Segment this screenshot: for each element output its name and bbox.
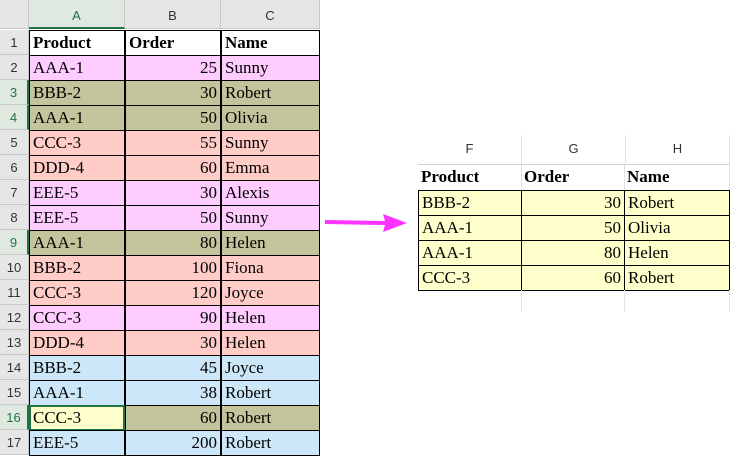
cell-g4[interactable]: 80 bbox=[521, 240, 625, 266]
cell-a16[interactable]: CCC-3 bbox=[29, 405, 125, 431]
cell-f4[interactable]: AAA-1 bbox=[418, 240, 522, 266]
row-header-17[interactable]: 17 bbox=[0, 430, 29, 455]
cell-c12[interactable]: Helen bbox=[221, 305, 320, 331]
row-header-8[interactable]: 8 bbox=[0, 205, 29, 230]
row-header-5[interactable]: 5 bbox=[0, 130, 29, 155]
cell-g5[interactable]: 60 bbox=[521, 265, 625, 291]
cell-b8[interactable]: 50 bbox=[125, 205, 221, 231]
cell-c1[interactable]: Name bbox=[221, 30, 320, 56]
cell-a6[interactable]: DDD-4 bbox=[29, 155, 125, 181]
cell-b15[interactable]: 38 bbox=[125, 380, 221, 406]
row-header-7[interactable]: 7 bbox=[0, 180, 29, 205]
cell-b3[interactable]: 30 bbox=[125, 80, 221, 106]
cell-c15[interactable]: Robert bbox=[221, 380, 320, 406]
column-header-h[interactable]: H bbox=[626, 135, 730, 165]
cell-c8[interactable]: Sunny bbox=[221, 205, 320, 231]
cell-f2[interactable]: BBB-2 bbox=[418, 190, 522, 216]
cell-b11[interactable]: 120 bbox=[125, 280, 221, 306]
cell-b13[interactable]: 30 bbox=[125, 330, 221, 356]
row-header-3[interactable]: 3 bbox=[0, 80, 29, 105]
cell-c14[interactable]: Joyce bbox=[221, 355, 320, 381]
cell-c3[interactable]: Robert bbox=[221, 80, 320, 106]
cell-b9[interactable]: 80 bbox=[125, 230, 221, 256]
cell-b16[interactable]: 60 bbox=[125, 405, 221, 431]
cell-h5[interactable]: Robert bbox=[624, 265, 730, 291]
cell-c5[interactable]: Sunny bbox=[221, 130, 320, 156]
cell-b12[interactable]: 90 bbox=[125, 305, 221, 331]
column-header-b[interactable]: B bbox=[125, 0, 221, 29]
cell-b2[interactable]: 25 bbox=[125, 55, 221, 81]
cell-a3[interactable]: BBB-2 bbox=[29, 80, 125, 106]
cell-b6[interactable]: 60 bbox=[125, 155, 221, 181]
cell-f5[interactable]: CCC-3 bbox=[418, 265, 522, 291]
column-header-c[interactable]: C bbox=[221, 0, 320, 29]
cell-c2[interactable]: Sunny bbox=[221, 55, 320, 81]
right-arrow-icon bbox=[325, 214, 407, 232]
row-header-2[interactable]: 2 bbox=[0, 55, 29, 80]
cell-c4[interactable]: Olivia bbox=[221, 105, 320, 131]
column-header-g[interactable]: G bbox=[522, 135, 626, 165]
row-header-4[interactable]: 4 bbox=[0, 105, 29, 130]
cell-a12[interactable]: CCC-3 bbox=[29, 305, 125, 331]
cell-c7[interactable]: Alexis bbox=[221, 180, 320, 206]
cell-c13[interactable]: Helen bbox=[221, 330, 320, 356]
cell-a7[interactable]: EEE-5 bbox=[29, 180, 125, 206]
cell-a10[interactable]: BBB-2 bbox=[29, 255, 125, 281]
cell-a17[interactable]: EEE-5 bbox=[29, 430, 125, 456]
cell-g2[interactable]: 30 bbox=[521, 190, 625, 216]
cell-a9[interactable]: AAA-1 bbox=[29, 230, 125, 256]
cell-b1[interactable]: Order bbox=[125, 30, 221, 56]
row-header-10[interactable]: 10 bbox=[0, 255, 29, 280]
cell-b14[interactable]: 45 bbox=[125, 355, 221, 381]
cell-b4[interactable]: 50 bbox=[125, 105, 221, 131]
column-header-f[interactable]: F bbox=[418, 135, 522, 165]
empty-cell[interactable] bbox=[418, 290, 522, 312]
row-header-11[interactable]: 11 bbox=[0, 280, 29, 305]
empty-cell[interactable] bbox=[521, 290, 625, 312]
cell-f3[interactable]: AAA-1 bbox=[418, 215, 522, 241]
row-header-13[interactable]: 13 bbox=[0, 330, 29, 355]
cell-g1[interactable]: Order bbox=[521, 165, 625, 191]
cell-g3[interactable]: 50 bbox=[521, 215, 625, 241]
cell-h1[interactable]: Name bbox=[624, 165, 730, 191]
cell-a11[interactable]: CCC-3 bbox=[29, 280, 125, 306]
cell-a15[interactable]: AAA-1 bbox=[29, 380, 125, 406]
cell-a4[interactable]: AAA-1 bbox=[29, 105, 125, 131]
cell-h3[interactable]: Olivia bbox=[624, 215, 730, 241]
row-header-14[interactable]: 14 bbox=[0, 355, 29, 380]
cell-c9[interactable]: Helen bbox=[221, 230, 320, 256]
cell-c17[interactable]: Robert bbox=[221, 430, 320, 456]
cell-b5[interactable]: 55 bbox=[125, 130, 221, 156]
cell-a8[interactable]: EEE-5 bbox=[29, 205, 125, 231]
row-header-6[interactable]: 6 bbox=[0, 155, 29, 180]
column-header-a[interactable]: A bbox=[29, 0, 125, 29]
cell-a2[interactable]: AAA-1 bbox=[29, 55, 125, 81]
cell-b17[interactable]: 200 bbox=[125, 430, 221, 456]
cell-h4[interactable]: Helen bbox=[624, 240, 730, 266]
cell-c6[interactable]: Emma bbox=[221, 155, 320, 181]
cell-c11[interactable]: Joyce bbox=[221, 280, 320, 306]
cell-a14[interactable]: BBB-2 bbox=[29, 355, 125, 381]
cell-c10[interactable]: Fiona bbox=[221, 255, 320, 281]
cell-h2[interactable]: Robert bbox=[624, 190, 730, 216]
row-header-1[interactable]: 1 bbox=[0, 30, 29, 55]
row-header-12[interactable]: 12 bbox=[0, 305, 29, 330]
select-all-corner[interactable] bbox=[0, 0, 29, 29]
row-header-9[interactable]: 9 bbox=[0, 230, 29, 255]
cell-f1[interactable]: Product bbox=[418, 165, 522, 191]
row-header-16[interactable]: 16 bbox=[0, 405, 29, 430]
cell-a5[interactable]: CCC-3 bbox=[29, 130, 125, 156]
cell-a13[interactable]: DDD-4 bbox=[29, 330, 125, 356]
row-header-15[interactable]: 15 bbox=[0, 380, 29, 405]
cell-a1[interactable]: Product bbox=[29, 30, 125, 56]
cell-b7[interactable]: 30 bbox=[125, 180, 221, 206]
cell-b10[interactable]: 100 bbox=[125, 255, 221, 281]
cell-c16[interactable]: Robert bbox=[221, 405, 320, 431]
empty-cell[interactable] bbox=[624, 290, 730, 312]
